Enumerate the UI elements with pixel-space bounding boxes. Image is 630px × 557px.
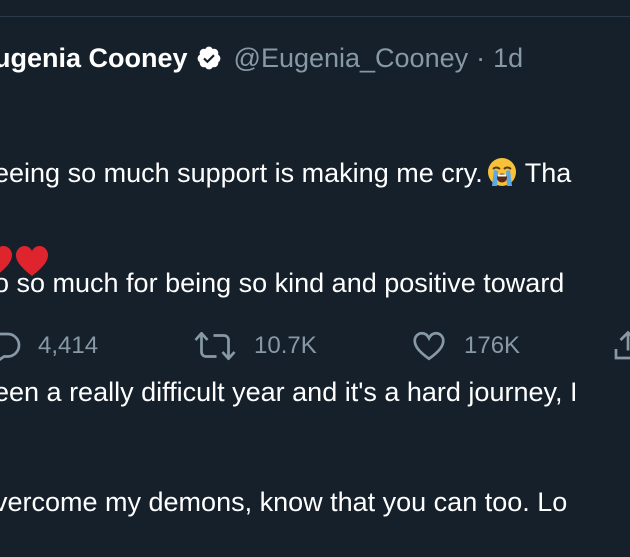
retweet-count: 10.7K: [254, 332, 317, 359]
like-count: 176K: [464, 332, 521, 359]
tweet-actions: 4,414 10.7K 176K: [0, 326, 630, 366]
share-icon: [614, 330, 630, 360]
emoji-hearts: [0, 244, 50, 278]
red-heart-icon: [0, 246, 12, 273]
tweet-timestamp[interactable]: 1d: [493, 43, 523, 74]
reply-count: 4,414: [38, 332, 99, 359]
tweet-text-line-1: eeing so much support is making me cry. …: [0, 158, 572, 188]
like-heart-icon: [413, 331, 445, 361]
tweet-text: eeing so much support is making me cry. …: [0, 82, 630, 557]
separator-dot: ·: [476, 42, 486, 73]
tweet-text-line-2: o so much for being so kind and positive…: [0, 267, 565, 298]
tweet-text-line-3: een a really difficult year and it's a h…: [0, 377, 578, 407]
share-button[interactable]: [610, 326, 630, 366]
loudly-crying-face-icon: [487, 158, 516, 186]
display-name[interactable]: ugenia Cooney: [0, 43, 188, 74]
verified-badge-icon: [197, 46, 220, 70]
reply-button[interactable]: 4,414: [0, 326, 98, 366]
top-divider: [0, 16, 630, 17]
tweet-header: ugenia Cooney @Eugenia_Cooney · 1d: [0, 38, 523, 78]
tweet-text-line-4: vercome my demons, know that you can too…: [0, 486, 568, 517]
user-handle[interactable]: @Eugenia_Cooney: [234, 43, 469, 74]
reply-icon: [0, 332, 21, 361]
retweet-icon: [194, 331, 236, 361]
like-button[interactable]: 176K: [410, 326, 520, 366]
red-heart-icon: [16, 246, 48, 276]
retweet-button[interactable]: 10.7K: [192, 326, 317, 366]
